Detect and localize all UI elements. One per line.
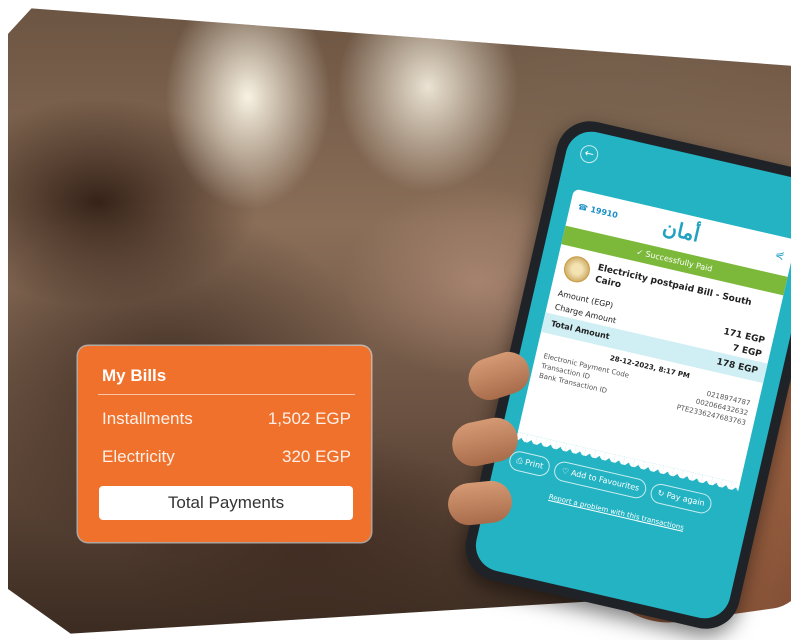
bill-amount: 320 EGP [282, 447, 351, 466]
bill-label: Installments [102, 409, 193, 428]
print-button[interactable]: ⎙ Print [507, 449, 553, 479]
pay-again-label: Pay again [665, 490, 706, 508]
bill-row-installments: Installments 1,502 EGP [102, 409, 351, 429]
bill-row-electricity: Electricity 320 EGP [102, 447, 351, 467]
divider [98, 394, 355, 395]
bill-amount: 1,502 EGP [267, 409, 351, 428]
print-label: Print [524, 457, 545, 471]
my-bills-card: My Bills Installments 1,502 EGP Electric… [78, 346, 371, 542]
favourites-label: Add to Favourites [570, 468, 641, 493]
bill-label: Electricity [102, 447, 175, 466]
receipt: ☎ 19910 أمان ⋞ ✓ Successfully Paid Elect… [517, 188, 791, 484]
bills-title: My Bills [102, 366, 167, 385]
back-arrow-icon[interactable]: ← [578, 143, 600, 165]
total-payments-button[interactable]: Total Payments [99, 486, 353, 520]
pay-again-button[interactable]: ↻ Pay again [648, 481, 714, 516]
biller-logo [561, 253, 593, 285]
